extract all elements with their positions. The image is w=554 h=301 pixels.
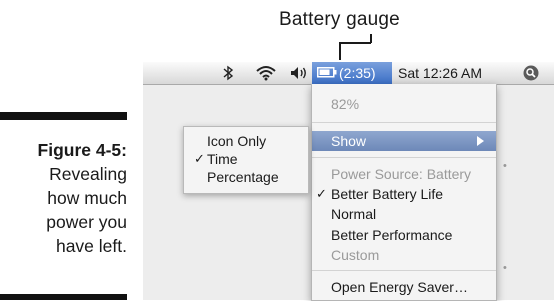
wifi-icon[interactable] <box>255 65 277 87</box>
caption-line: have left. <box>55 236 127 256</box>
submenu-item-time[interactable]: ✓ Time <box>184 150 308 168</box>
figure-number: Figure 4-5: <box>37 140 127 160</box>
submenu-item-percentage[interactable]: Percentage <box>184 168 308 186</box>
checkmark-icon: ✓ <box>194 151 205 166</box>
show-submenu: Icon Only ✓ Time Percentage <box>183 126 309 194</box>
menu-item-better-battery-life[interactable]: ✓ Better Battery Life <box>312 184 496 204</box>
show-menu-item[interactable]: Show <box>312 131 496 151</box>
submenu-item-label: Time <box>207 151 238 167</box>
battery-charge-percent: 82% <box>331 96 360 112</box>
volume-icon[interactable] <box>290 66 308 88</box>
menu-item-better-performance[interactable]: Better Performance <box>312 225 496 245</box>
bluetooth-icon[interactable] <box>222 65 234 87</box>
callout-label: Battery gauge <box>279 9 400 30</box>
power-source-label: Power Source: Battery <box>331 166 472 182</box>
caption-line: Revealing <box>49 164 127 184</box>
caption-line: power you <box>46 212 127 232</box>
callout-leader-line <box>339 42 371 44</box>
menubar-clock[interactable]: Sat 12:26 AM <box>398 62 482 84</box>
battery-time-remaining[interactable]: (2:35) <box>339 62 376 84</box>
menu-separator <box>312 122 496 123</box>
callout-leader-line <box>370 34 372 43</box>
menu-bar: (2:35) Sat 12:26 AM <box>143 62 554 85</box>
option-label: Better Battery Life <box>331 186 444 202</box>
figure-caption: Figure 4-5: Revealing how much power you… <box>0 138 127 258</box>
menu-separator <box>312 157 496 158</box>
menu-item-custom: Custom <box>331 247 380 263</box>
caption-rule-bottom <box>0 294 127 300</box>
background-artifact: • <box>503 262 507 274</box>
background-artifact: • <box>503 160 507 172</box>
submenu-arrow-icon <box>477 136 484 146</box>
checkmark-icon: ✓ <box>316 186 327 201</box>
caption-line: how much <box>47 188 127 208</box>
caption-rule-top <box>0 112 127 120</box>
menu-item-normal[interactable]: Normal <box>312 204 496 224</box>
submenu-item-icon-only[interactable]: Icon Only <box>184 132 308 150</box>
open-energy-saver-item[interactable]: Open Energy Saver… <box>312 277 496 297</box>
show-menu-label: Show <box>331 133 367 149</box>
battery-menu: 82% Show Power Source: Battery ✓ Better … <box>311 84 497 301</box>
callout-leader-line <box>339 42 341 60</box>
spotlight-icon[interactable] <box>523 65 539 87</box>
menu-separator <box>312 270 496 271</box>
